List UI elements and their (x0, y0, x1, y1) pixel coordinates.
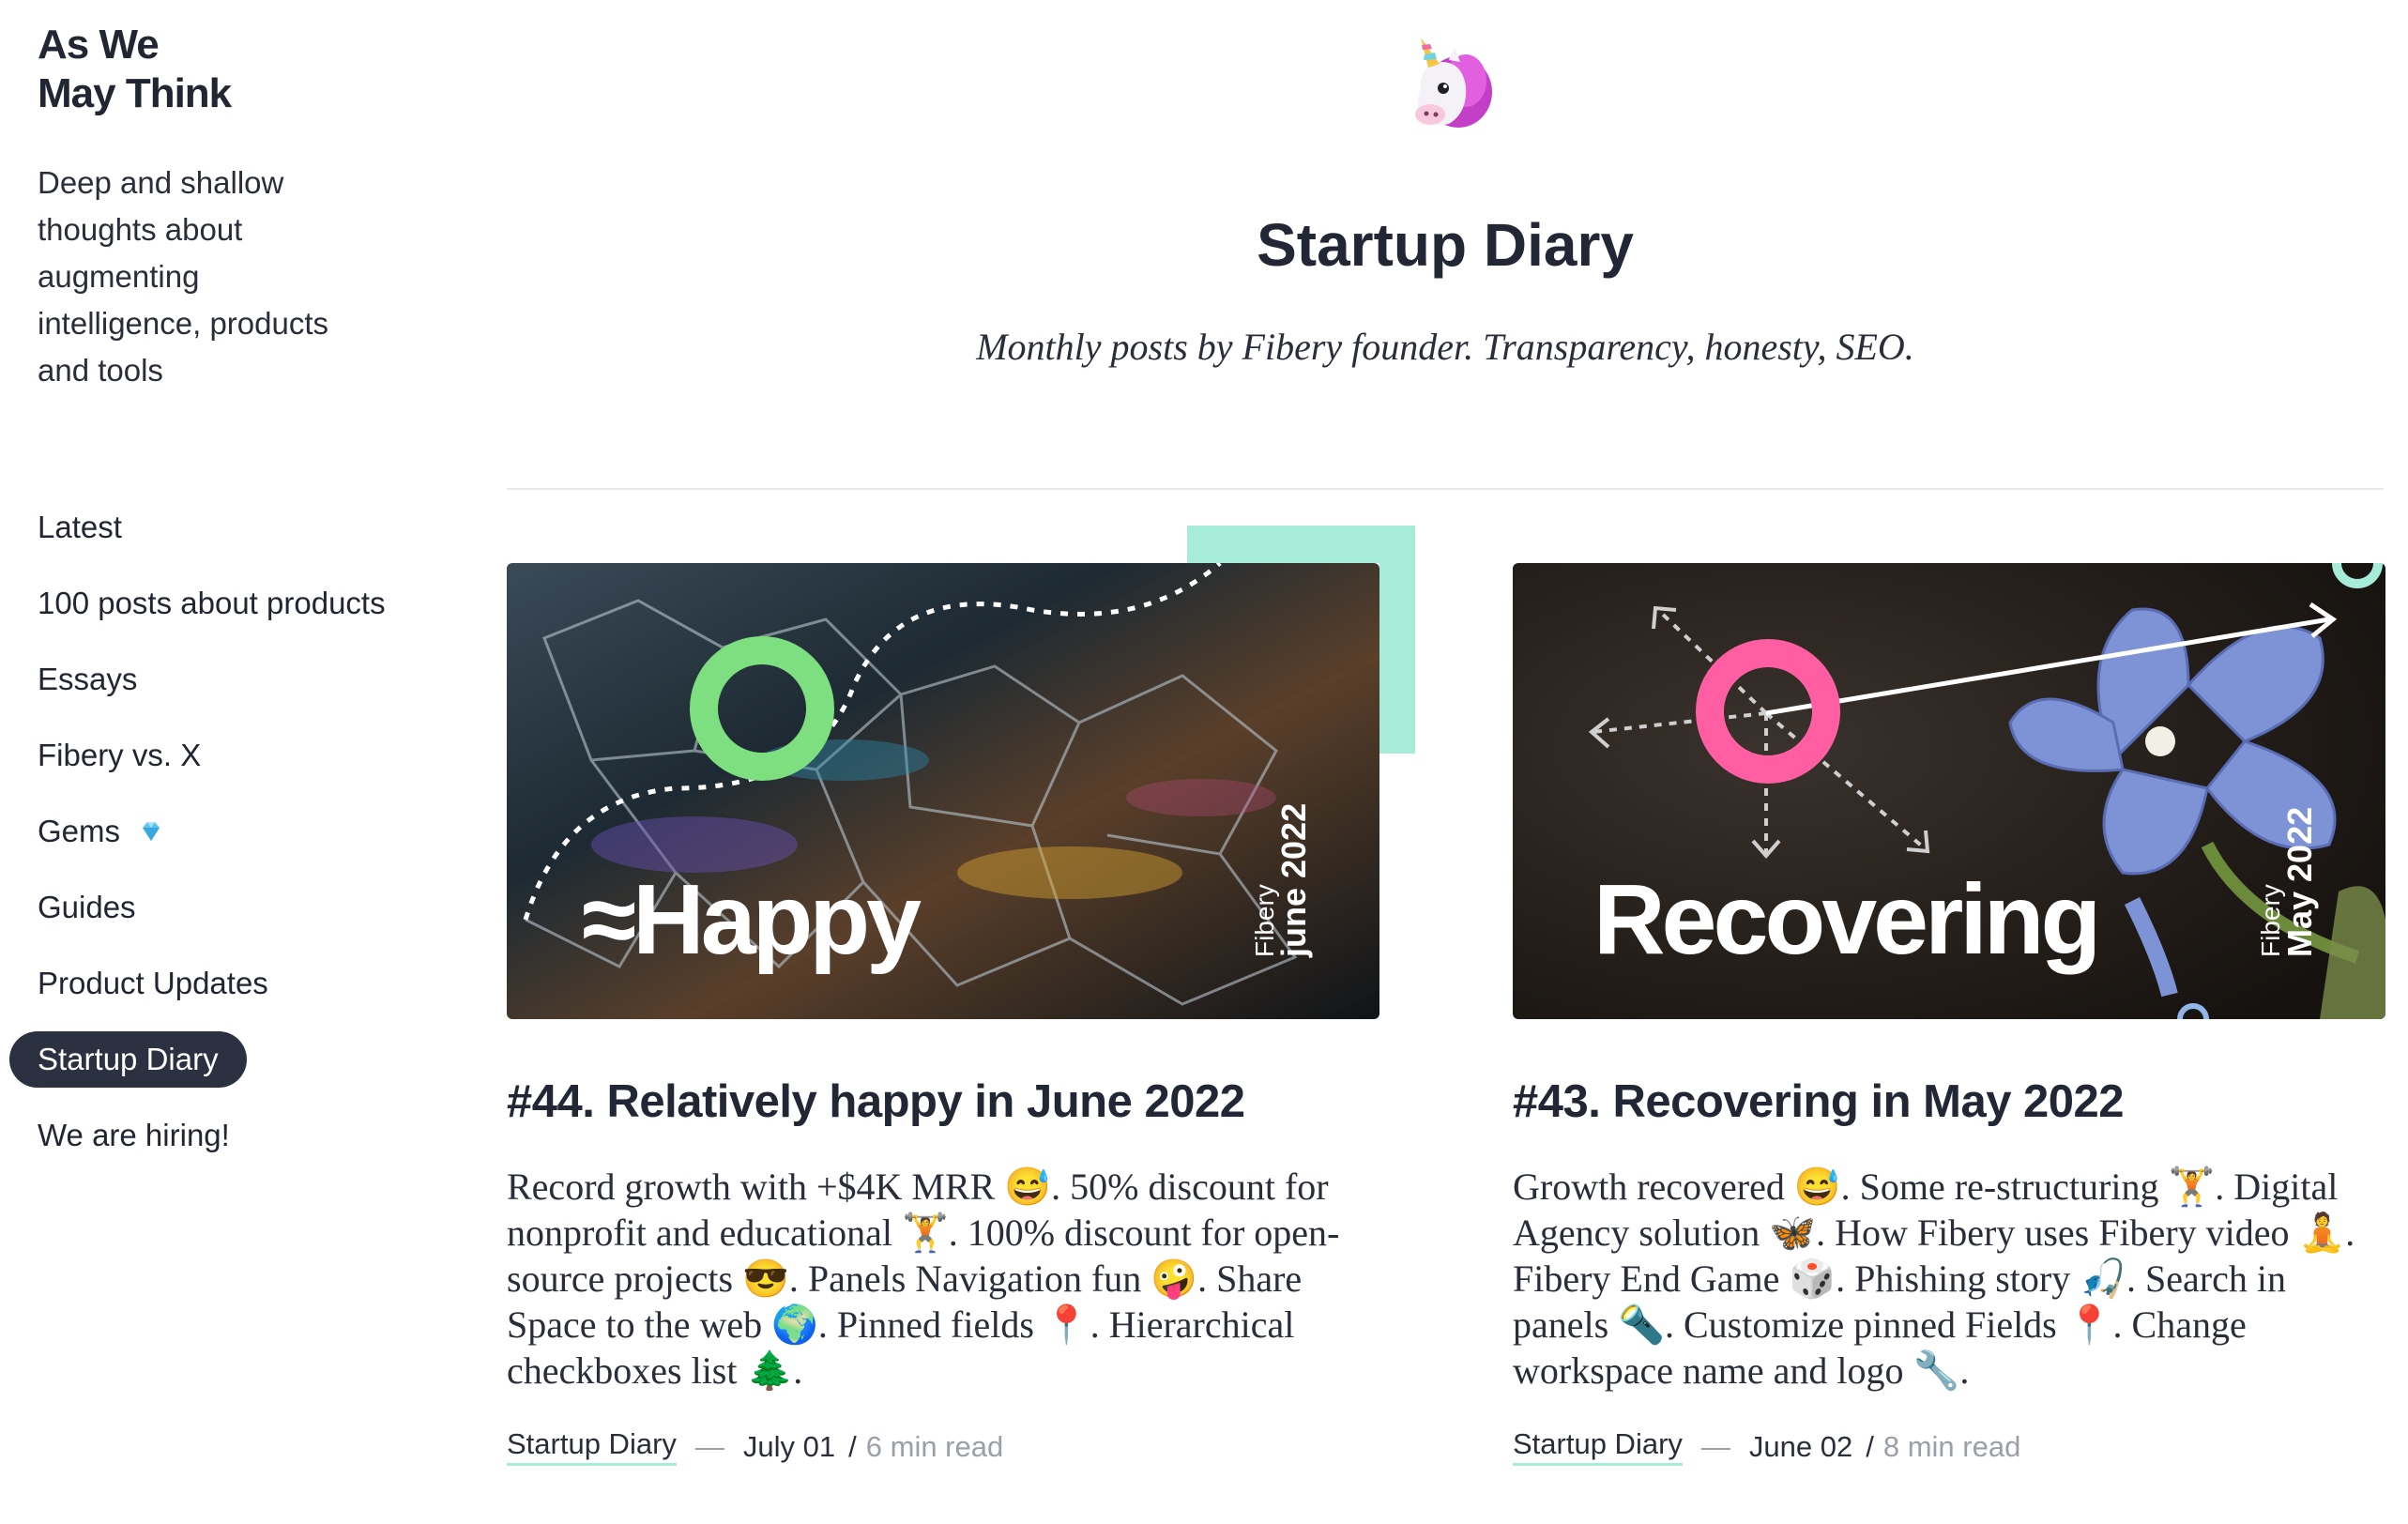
sidebar-item-product-updates[interactable]: Product Updates (9, 955, 414, 1012)
sidebar-item-label: 100 posts about products (38, 586, 386, 620)
meta-slash: / (1866, 1429, 1874, 1463)
sidebar-nav: Latest 100 posts about products Essays F… (9, 499, 414, 1183)
meta-slash: / (848, 1429, 857, 1463)
post-excerpt: Growth recovered 😅. Some re-structuring … (1513, 1166, 2355, 1392)
sidebar-item-label: Fibery vs. X (38, 738, 202, 772)
sidebar-item-label: We are hiring! (38, 1118, 230, 1152)
thumb-word: Recovering (1593, 864, 2101, 975)
post-card[interactable]: ≈Happy Fibery june 2022 #44. Relatively … (507, 526, 1415, 1466)
sidebar-item-essays[interactable]: Essays (9, 651, 414, 708)
meta-separator: — (1700, 1429, 1730, 1463)
thumb-caption: Fibery june 2022 (1250, 803, 1314, 957)
brand-line-1: As We (38, 22, 160, 68)
sidebar-item-startup-diary[interactable]: Startup Diary (9, 1031, 247, 1088)
sidebar-item-gems[interactable]: Gems (9, 803, 414, 860)
post-date: July 01 (742, 1429, 836, 1463)
sidebar-item-label: Product Updates (38, 966, 268, 1000)
post-tag-link[interactable]: Startup Diary (507, 1427, 677, 1466)
post-date: June 02 (1748, 1429, 1853, 1463)
post-read-time: 8 min read (1882, 1429, 2021, 1463)
sidebar-item-label: Startup Diary (38, 1042, 219, 1076)
unicorn-icon (1415, 38, 1492, 128)
post-card[interactable]: Recovering Fibery May 2022 #43. Recoveri… (1513, 563, 2385, 1466)
post-meta: Startup Diary — July 01 / 6 min read (507, 1427, 1379, 1466)
meta-separator: — (694, 1429, 724, 1463)
page-title: Startup Diary (1257, 211, 1634, 279)
sidebar-item-label: Essays (38, 662, 138, 696)
sidebar-item-label: Latest (38, 510, 122, 544)
sidebar-item-label: Guides (38, 890, 136, 924)
thumb-caption: Fibery May 2022 (2256, 807, 2320, 957)
post-title[interactable]: #44. Relatively happy in June 2022 (507, 1075, 1379, 1128)
post-excerpt: Record growth with +$4K MRR 😅. 50% disco… (507, 1166, 1340, 1392)
sidebar-item-guides[interactable]: Guides (9, 879, 414, 936)
brand-line-2: May Think (38, 70, 232, 116)
sidebar-item-100-posts[interactable]: 100 posts about products (9, 575, 414, 632)
post-tag-link[interactable]: Startup Diary (1513, 1427, 1683, 1466)
sidebar-item-label: Gems (38, 814, 121, 848)
thumb-month: june 2022 (1274, 802, 1313, 957)
post-thumbnail[interactable]: Recovering Fibery May 2022 (1513, 563, 2385, 1019)
header-divider (507, 488, 2384, 490)
site-logo[interactable]: As We May Think (38, 21, 232, 118)
post-title[interactable]: #43. Recovering in May 2022 (1513, 1075, 2385, 1128)
sidebar-item-fibery-vs-x[interactable]: Fibery vs. X (9, 727, 414, 784)
sidebar: As We May Think Deep and shallow thought… (0, 0, 469, 1524)
gem-icon (143, 822, 160, 841)
page-subtitle: Monthly posts by Fibery founder. Transpa… (976, 326, 1914, 368)
post-thumbnail[interactable]: ≈Happy Fibery june 2022 (507, 526, 1415, 1019)
post-meta: Startup Diary — June 02 / 8 min read (1513, 1427, 2385, 1466)
thumb-month: May 2022 (2280, 806, 2319, 957)
site-tagline: Deep and shallow thoughts about augmenti… (38, 165, 329, 388)
thumb-word: ≈Happy (582, 864, 922, 975)
post-read-time: 6 min read (865, 1429, 1004, 1463)
sidebar-item-hiring[interactable]: We are hiring! (9, 1107, 414, 1164)
sidebar-item-latest[interactable]: Latest (9, 499, 414, 556)
